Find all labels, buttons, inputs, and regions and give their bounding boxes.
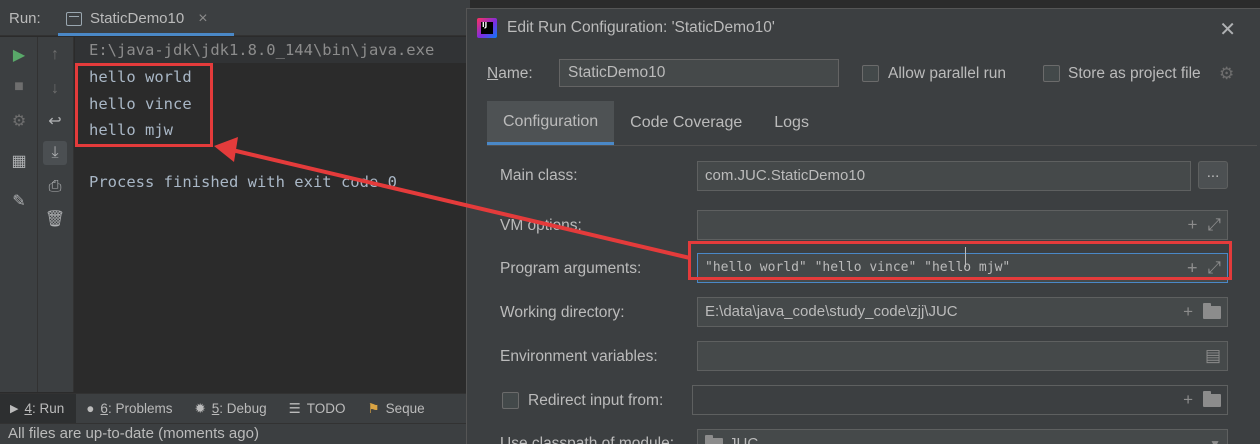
tool-tab-sequence-label: Seque	[385, 401, 425, 416]
classpath-module-label: Use classpath of module:	[500, 435, 675, 444]
allow-parallel-label[interactable]: Allow parallel run	[888, 65, 1006, 83]
plus-icon[interactable]: +	[1183, 386, 1193, 414]
tool-tab-debug-label: : Debug	[219, 401, 267, 416]
run-panel-label: Run:	[9, 10, 41, 27]
tool-tab-todo-label: TODO	[306, 401, 346, 416]
folder-icon[interactable]	[1203, 390, 1221, 407]
vm-options-label: VM options:	[500, 217, 582, 234]
run-tab-label: StaticDemo10	[90, 10, 185, 27]
redirect-input-field[interactable]: +	[692, 385, 1228, 415]
store-project-label[interactable]: Store as project file	[1068, 65, 1201, 83]
console-command-line: E:\java-jdk\jdk1.8.0_144\bin\java.exe	[89, 41, 435, 59]
run-tab-staticdemo10[interactable]: StaticDemo10 ×	[58, 4, 234, 36]
console-tab-icon	[66, 11, 82, 26]
tab-logs[interactable]: Logs	[758, 101, 825, 145]
trash-icon[interactable]: 🗑	[43, 207, 67, 231]
environment-variables-label: Environment variables:	[500, 348, 658, 365]
tool-tab-problems-num: 6	[100, 401, 108, 416]
name-field[interactable]: StaticDemo10	[559, 59, 839, 87]
config-tabs: Configuration Code Coverage Logs	[487, 101, 825, 145]
dialog-title-bar[interactable]: IJ Edit Run Configuration: 'StaticDemo10…	[467, 9, 1260, 47]
play-icon: ▶	[10, 403, 19, 415]
chevron-down-icon[interactable]: ▼	[1209, 430, 1221, 444]
status-bar: All files are up-to-date (moments ago)	[0, 423, 470, 444]
list-icon: ☰	[288, 400, 301, 416]
layout-icon[interactable]: ▦	[7, 149, 31, 173]
soft-wrap-icon[interactable]: ↩	[43, 109, 67, 133]
tool-tab-sequence[interactable]: ⚑ Seque	[357, 394, 436, 423]
edit-run-configuration-dialog: IJ Edit Run Configuration: 'StaticDemo10…	[466, 8, 1260, 444]
vm-options-field[interactable]: + ⤢	[697, 210, 1228, 240]
classpath-module-select[interactable]: JUC ▼	[697, 429, 1228, 444]
dialog-title: Edit Run Configuration: 'StaticDemo10'	[507, 19, 775, 36]
tool-tab-todo[interactable]: ☰ TODO	[279, 394, 358, 423]
configuration-panel: Main class: com.JUC.StaticDemo10 ... VM …	[487, 145, 1257, 444]
plus-icon[interactable]: +	[1187, 211, 1197, 239]
pin-icon[interactable]: ✎	[7, 189, 31, 213]
document-icon[interactable]: ▤	[1205, 342, 1221, 370]
tab-code-coverage[interactable]: Code Coverage	[614, 101, 758, 145]
annotation-box-arguments	[688, 241, 1232, 280]
stop-icon[interactable]: ■	[7, 75, 31, 99]
warning-icon: ●	[86, 401, 95, 416]
folder-icon[interactable]	[1203, 302, 1221, 319]
tool-window-bar: ▶ 4: Run ● 6: Problems ✹ 5: Debug ☰ TODO…	[0, 393, 470, 423]
close-icon[interactable]: ×	[198, 10, 207, 28]
redirect-input-checkbox[interactable]	[502, 392, 519, 409]
browse-main-class-button[interactable]: ...	[1198, 161, 1228, 189]
down-arrow-icon[interactable]: ↓	[43, 77, 67, 101]
gear-icon[interactable]: ⚙	[1219, 64, 1234, 84]
print-icon[interactable]: ⎙	[43, 175, 67, 199]
close-icon[interactable]: ✕	[1219, 17, 1236, 42]
module-folder-icon	[705, 434, 723, 444]
sequence-icon: ⚑	[367, 400, 380, 416]
main-class-label: Main class:	[500, 167, 578, 184]
plus-icon[interactable]: +	[1183, 298, 1193, 326]
tool-tab-run[interactable]: ▶ 4: Run	[0, 394, 77, 423]
run-toolbar-primary: ▶ ■ ⚙ ▦ ✎	[0, 37, 38, 392]
settings-icon[interactable]: ⚙	[7, 109, 31, 133]
expand-icon[interactable]: ⤢	[1207, 211, 1221, 239]
main-class-field[interactable]: com.JUC.StaticDemo10	[697, 161, 1191, 191]
name-label-mnemonic: N	[487, 65, 499, 82]
tab-configuration[interactable]: Configuration	[487, 101, 615, 145]
rerun-icon[interactable]: ▶	[7, 43, 31, 67]
tool-tab-run-label: : Run	[31, 401, 65, 416]
tool-tab-problems-label: : Problems	[107, 401, 173, 416]
bug-icon: ✹	[194, 400, 206, 416]
redirect-input-label[interactable]: Redirect input from:	[528, 392, 663, 410]
name-label: Name:	[487, 65, 533, 83]
program-arguments-label: Program arguments:	[500, 260, 642, 277]
classpath-module-value: JUC	[729, 435, 759, 444]
working-directory-value: E:\data\java_code\study_code\zjj\JUC	[705, 303, 958, 320]
environment-variables-field[interactable]: ▤	[697, 341, 1228, 371]
store-project-checkbox[interactable]	[1043, 65, 1060, 82]
name-label-rest: ame:	[498, 65, 533, 82]
name-row: Name: StaticDemo10 Allow parallel run St…	[487, 59, 1247, 89]
tool-tab-run-num: 4	[24, 401, 32, 416]
allow-parallel-checkbox[interactable]	[862, 65, 879, 82]
run-toolbar-secondary: ↑ ↓ ↩ ⤓ ⎙ 🗑	[38, 37, 74, 392]
working-directory-field[interactable]: E:\data\java_code\study_code\zjj\JUC +	[697, 297, 1228, 327]
run-panel-header: Run: StaticDemo10 ×	[0, 0, 470, 36]
tool-tab-debug[interactable]: ✹ 5: Debug	[184, 394, 278, 423]
up-arrow-icon[interactable]: ↑	[43, 43, 67, 67]
tool-tab-problems[interactable]: ● 6: Problems	[76, 394, 184, 423]
annotation-box-console	[75, 63, 213, 147]
scroll-to-end-icon[interactable]: ⤓	[43, 141, 67, 165]
console-finish-line: Process finished with exit code 0	[89, 173, 397, 191]
working-directory-label: Working directory:	[500, 304, 625, 321]
intellij-logo-icon: IJ	[477, 18, 497, 38]
